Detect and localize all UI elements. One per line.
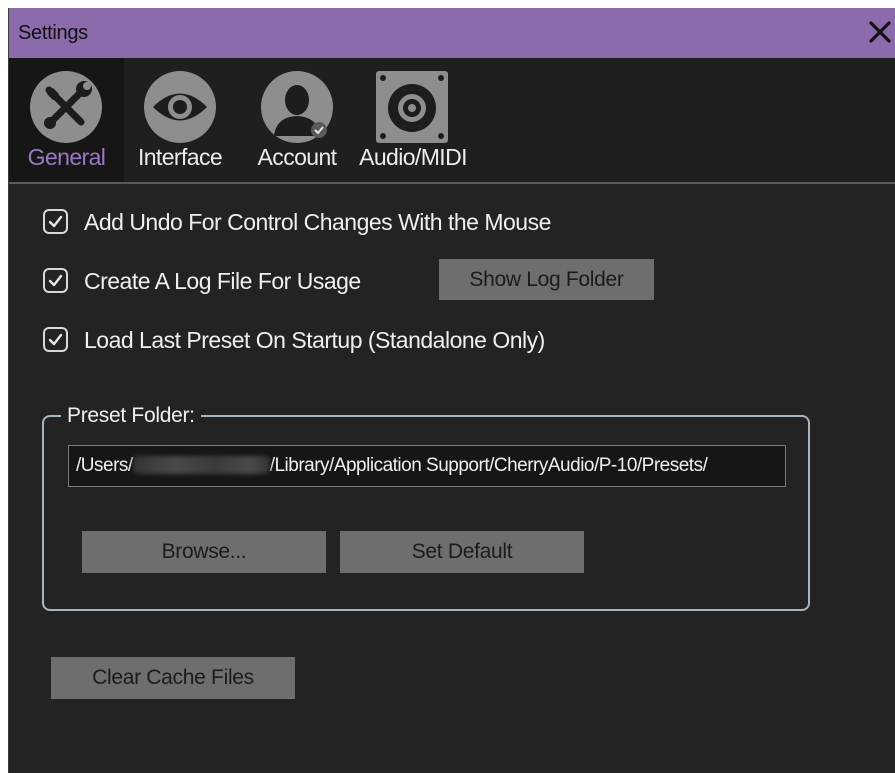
tab-label-audio-midi: Audio/MIDI [359, 144, 467, 170]
log-file-checkbox[interactable] [43, 268, 68, 293]
close-button[interactable] [864, 16, 895, 48]
load-last-preset-option-label: Load Last Preset On Startup (Standalone … [84, 327, 545, 353]
tab-label-interface: Interface [137, 144, 223, 170]
eye-icon [143, 70, 217, 149]
path-prefix: /Users/ [76, 455, 133, 476]
tab-interface[interactable]: Interface [125, 58, 235, 182]
checkmark-icon [48, 215, 63, 228]
user-account-icon [260, 70, 334, 149]
redacted-username [132, 456, 270, 474]
tab-label-general: General [27, 144, 106, 170]
settings-window: Settings General Interface Account Audio… [8, 8, 895, 773]
clear-cache-button[interactable]: Clear Cache Files [51, 657, 295, 699]
title-bar: Settings [9, 8, 895, 58]
set-default-button[interactable]: Set Default [340, 531, 584, 573]
log-file-option[interactable]: Create A Log File For Usage [43, 266, 403, 298]
undo-option-label: Add Undo For Control Changes With the Mo… [84, 209, 551, 235]
undo-checkbox[interactable] [43, 209, 68, 234]
tools-icon [29, 70, 103, 149]
checkmark-icon [48, 333, 63, 346]
preset-folder-label: Preset Folder: [61, 404, 201, 428]
settings-tab-bar: General Interface Account Audio/MIDI [9, 58, 895, 184]
load-last-preset-option[interactable]: Load Last Preset On Startup (Standalone … [43, 325, 603, 357]
tab-label-account: Account [257, 144, 338, 170]
load-last-preset-checkbox[interactable] [43, 327, 68, 352]
tab-general[interactable]: General [9, 58, 124, 182]
preset-folder-path-field[interactable]: /Users/ /Library/Application Support/Cher… [68, 445, 786, 487]
checkmark-icon [48, 274, 63, 287]
undo-option[interactable]: Add Undo For Control Changes With the Mo… [43, 207, 613, 239]
tab-audio-midi[interactable]: Audio/MIDI [355, 58, 471, 182]
speaker-icon [375, 70, 449, 149]
window-title: Settings [18, 22, 88, 44]
path-suffix: /Library/Application Support/CherryAudio… [269, 455, 708, 476]
close-icon [869, 21, 891, 43]
show-log-folder-button[interactable]: Show Log Folder [439, 259, 654, 300]
preset-folder-group: Preset Folder: /Users/ /Library/Applicati… [42, 404, 810, 611]
tab-account[interactable]: Account [241, 58, 353, 182]
browse-button[interactable]: Browse... [82, 531, 326, 573]
log-file-option-label: Create A Log File For Usage [84, 268, 361, 294]
